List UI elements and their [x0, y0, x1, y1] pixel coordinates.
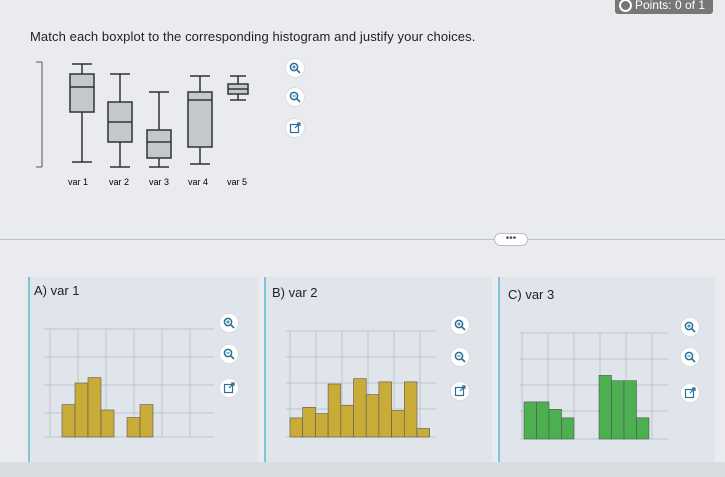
histogram-bar [378, 381, 392, 438]
boxplot-label-var2: var 2 [109, 177, 129, 187]
question-text: Match each boxplot to the corresponding … [30, 29, 476, 44]
histogram-bar [74, 382, 89, 438]
zoom-out-icon [223, 348, 235, 360]
zoom-in-icon [454, 319, 466, 331]
external-link-icon [684, 387, 696, 399]
histogram-bar [404, 381, 418, 438]
boxplot-label-var5: var 5 [227, 177, 247, 187]
histogram-bar [315, 413, 329, 438]
zoom-out-icon [454, 351, 466, 363]
zoom-out-button[interactable] [219, 344, 239, 364]
histogram-bar [353, 378, 367, 438]
external-link-icon [454, 385, 466, 397]
more-options-button[interactable]: ••• [494, 233, 528, 246]
open-external-button[interactable] [680, 383, 700, 403]
zoom-in-button[interactable] [680, 317, 700, 337]
points-text: Points: 0 of 1 [634, 0, 705, 12]
bottom-band [0, 462, 725, 477]
external-link-icon [289, 122, 301, 134]
histogram-bar [100, 409, 115, 438]
boxplot-svg: var 1 var 2 var 3 var 4 var 5 [36, 61, 249, 187]
histogram-bar [126, 417, 141, 438]
histogram-b-bars [289, 378, 430, 438]
histogram-bar [548, 409, 562, 440]
open-external-button[interactable] [285, 118, 305, 138]
zoom-out-icon [289, 91, 301, 103]
zoom-out-button[interactable] [450, 347, 470, 367]
points-badge: Points: 0 of 1 [614, 0, 713, 14]
option-label-b: B) var 2 [272, 285, 318, 300]
histogram-bar [611, 380, 625, 440]
zoom-in-icon [223, 317, 235, 329]
boxplot-label-var4: var 4 [188, 177, 208, 187]
option-label-a: A) var 1 [34, 283, 80, 298]
histogram-bar [636, 417, 650, 440]
zoom-in-button[interactable] [450, 315, 470, 335]
histogram-bar [87, 377, 102, 438]
open-external-button[interactable] [450, 381, 470, 401]
histogram-a [44, 328, 214, 438]
histogram-b [286, 330, 436, 438]
histogram-bar [623, 380, 637, 440]
histogram-bar [391, 410, 405, 438]
option-panel-a[interactable]: A) var 1 [28, 277, 258, 477]
boxplot-var5 [227, 75, 249, 101]
boxplot-var3 [146, 91, 172, 168]
boxplot-label-var3: var 3 [149, 177, 169, 187]
histogram-bar [365, 394, 380, 438]
histogram-bar [139, 404, 154, 438]
histogram-c [520, 332, 668, 440]
status-circle-icon [618, 0, 632, 12]
option-panel-c[interactable]: C) var 3 [498, 277, 715, 477]
histogram-bar [416, 428, 430, 438]
histogram-bar [523, 401, 537, 440]
zoom-out-icon [684, 351, 696, 363]
zoom-out-button[interactable] [285, 87, 305, 107]
zoom-in-icon [289, 62, 301, 74]
boxplot-var4 [187, 75, 213, 165]
histogram-bar [561, 417, 575, 440]
histogram-bar [327, 383, 342, 438]
zoom-in-button[interactable] [219, 313, 239, 333]
zoom-in-icon [684, 321, 696, 333]
zoom-out-button[interactable] [680, 347, 700, 367]
histogram-bar [340, 404, 354, 438]
option-panel-b[interactable]: B) var 2 [264, 277, 492, 477]
histogram-bar [61, 404, 76, 438]
boxplot-label-var1: var 1 [68, 177, 88, 187]
histogram-bar [598, 375, 612, 440]
external-link-icon [223, 382, 235, 394]
histogram-a-bars [61, 377, 154, 438]
section-divider [0, 239, 725, 240]
boxplot-figure: var 1 var 2 var 3 var 4 var 5 [30, 52, 280, 192]
boxplot-var2 [107, 73, 133, 168]
histogram-bar [536, 401, 550, 440]
histogram-bar [289, 417, 303, 438]
open-external-button[interactable] [219, 378, 239, 398]
zoom-in-button[interactable] [285, 58, 305, 78]
histogram-bar [302, 407, 316, 438]
option-label-c: C) var 3 [508, 287, 555, 302]
boxplot-var1 [69, 63, 95, 163]
